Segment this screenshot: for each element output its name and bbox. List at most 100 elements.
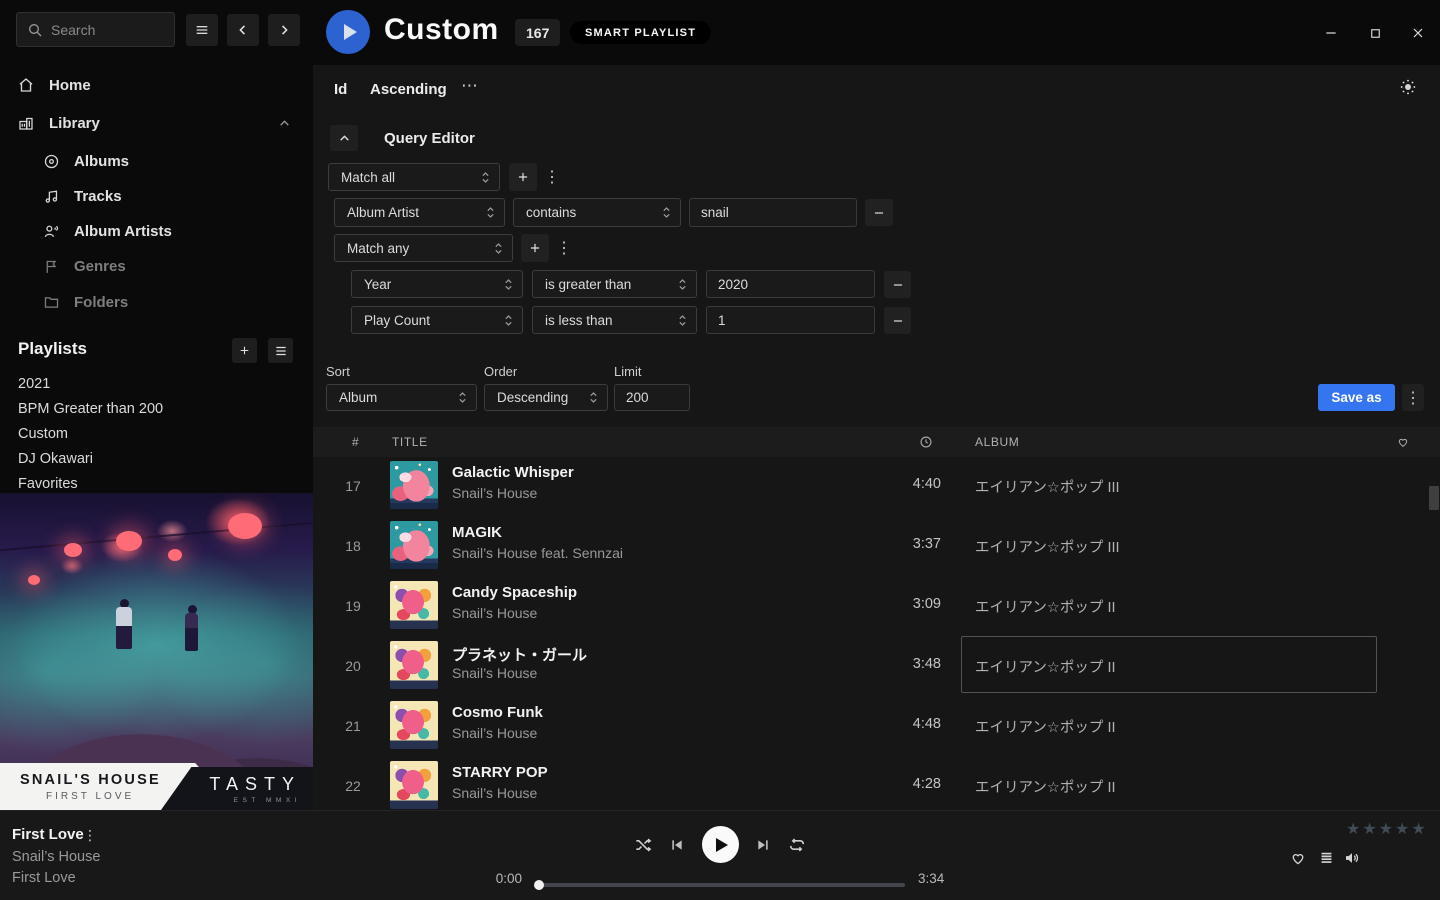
rule1-remove-button[interactable] (865, 199, 893, 226)
sidebar-item-folders[interactable]: Folders (0, 288, 313, 316)
table-row[interactable]: 20 プラネット・ガール Snail’s House 3:48 エイリアン☆ポッ… (313, 635, 1440, 695)
sidebar-item-tracks[interactable]: Tracks (0, 182, 313, 210)
app-window: Custom 167 SMART PLAYLIST Home Library A… (0, 0, 1440, 900)
select-updown-icon (504, 278, 513, 291)
sidebar-item-home[interactable]: Home (0, 71, 313, 99)
star-icon[interactable]: ★ (1379, 819, 1393, 839)
seek-bar[interactable] (535, 883, 905, 887)
select-updown-icon (662, 206, 671, 219)
playlist-item-custom[interactable]: Custom (18, 423, 298, 445)
match-mode-select-group2[interactable]: Match any (334, 234, 513, 262)
now-playing-artist[interactable]: Snail’s House (12, 849, 100, 865)
window-maximize-button[interactable] (1362, 20, 1388, 46)
limit-input[interactable] (614, 384, 690, 411)
focused-album-cell[interactable] (961, 636, 1377, 693)
search-input[interactable] (51, 22, 151, 38)
next-track-button[interactable] (750, 832, 776, 858)
rule2-operator-select[interactable]: is greater than (532, 270, 697, 298)
rule2-field-select[interactable]: Year (351, 270, 523, 298)
sidebar-item-albums[interactable]: Albums (0, 147, 313, 175)
search-box[interactable] (16, 12, 175, 47)
column-number[interactable]: # (352, 435, 359, 449)
rule2-value-input[interactable] (706, 270, 875, 298)
table-row[interactable]: 17 Galactic Whisper Snail’s House 4:40 エ… (313, 455, 1440, 515)
star-icon[interactable]: ★ (1395, 819, 1409, 839)
chevron-up-icon[interactable] (278, 117, 291, 130)
plus-icon (516, 170, 530, 184)
window-close-button[interactable] (1405, 20, 1431, 46)
rule1-field-select[interactable]: Album Artist (334, 198, 505, 227)
now-playing-album[interactable]: First Love (12, 870, 76, 886)
track-duration: 4:40 (871, 476, 941, 492)
column-album[interactable]: ALBUM (975, 435, 1019, 449)
rule3-operator-select[interactable]: is less than (532, 306, 697, 334)
add-rule-button-group2[interactable] (521, 234, 549, 262)
rule3-remove-button[interactable] (884, 307, 911, 334)
now-playing-menu-button[interactable]: ⋮ (83, 827, 97, 844)
repeat-button[interactable] (784, 832, 810, 858)
previous-track-button[interactable] (664, 832, 690, 858)
select-value: Match all (341, 170, 395, 185)
playlist-item-favorites[interactable]: Favorites (18, 473, 298, 495)
seek-handle[interactable] (534, 880, 544, 890)
rule2-remove-button[interactable] (884, 271, 911, 298)
select-updown-icon (589, 391, 598, 404)
sidebar-item-library[interactable]: Library (0, 109, 313, 137)
star-icon[interactable]: ★ (1362, 819, 1376, 839)
star-icon[interactable]: ★ (1411, 819, 1425, 839)
rule3-value-input[interactable] (706, 306, 875, 334)
favorite-heart-icon[interactable] (1396, 435, 1410, 449)
group1-menu-button[interactable]: ⋮ (541, 163, 563, 191)
rule3-field-select[interactable]: Play Count (351, 306, 523, 334)
table-row[interactable]: 19 Candy Spaceship Snail’s House 3:09 エイ… (313, 575, 1440, 635)
select-value: is less than (545, 313, 613, 328)
scrollbar-thumb[interactable] (1429, 486, 1439, 510)
back-button[interactable] (227, 14, 259, 46)
sidebar-item-album-artists[interactable]: Album Artists (0, 217, 313, 245)
now-playing-cover-art[interactable]: SNAIL'S HOUSE FIRST LOVE TASTY EST MMXI (0, 493, 313, 810)
playlist-item-2021[interactable]: 2021 (18, 373, 298, 395)
select-updown-icon (504, 314, 513, 327)
favorite-button[interactable] (1288, 848, 1308, 868)
playlist-item-dj-okawari[interactable]: DJ Okawari (18, 448, 298, 470)
table-row[interactable]: 22 STARRY POP Snail’s House 4:28 エイリアン☆ポ… (313, 755, 1440, 810)
settings-button[interactable] (1399, 78, 1417, 96)
sort-direction-button[interactable]: Ascending (370, 81, 447, 98)
sidebar-item-label: Genres (74, 258, 126, 275)
rule1-value-input[interactable] (689, 198, 857, 227)
add-playlist-button[interactable] (232, 338, 257, 363)
table-row[interactable]: 21 Cosmo Funk Snail’s House 4:48 エイリアン☆ポ… (313, 695, 1440, 755)
lantern-shape (168, 549, 182, 561)
minus-icon (891, 278, 905, 292)
track-title: プラネット・ガール (452, 644, 587, 665)
shuffle-button[interactable] (630, 832, 656, 858)
star-icon[interactable]: ★ (1346, 819, 1360, 839)
volume-button[interactable] (1342, 848, 1362, 868)
play-pause-button[interactable] (702, 826, 739, 863)
query-editor-collapse-button[interactable] (330, 125, 358, 151)
column-title[interactable]: TITLE (392, 435, 428, 449)
playlist-list-view-button[interactable] (268, 338, 293, 363)
player-bar: First Love ⋮ Snail’s House First Love 0:… (0, 810, 1440, 900)
rule1-operator-select[interactable]: contains (513, 198, 681, 227)
sort-field-button[interactable]: Id (334, 81, 347, 98)
play-playlist-button[interactable] (326, 10, 370, 54)
playlist-options-button[interactable]: ⋮ (1402, 384, 1424, 411)
save-as-button[interactable]: Save as (1318, 384, 1395, 411)
playlist-item-bpm[interactable]: BPM Greater than 200 (18, 398, 298, 420)
menu-button[interactable] (186, 14, 218, 46)
select-value: Descending (497, 390, 568, 405)
order-select[interactable]: Descending (484, 384, 608, 411)
table-row[interactable]: 18 MAGIK Snail’s House feat. Sennzai 3:3… (313, 515, 1440, 575)
duration-clock-icon[interactable] (919, 435, 933, 449)
sort-select[interactable]: Album (326, 384, 477, 411)
window-minimize-button[interactable] (1318, 20, 1344, 46)
forward-button[interactable] (268, 14, 300, 46)
match-mode-select-group1[interactable]: Match all (328, 163, 500, 191)
queue-button[interactable] (1316, 848, 1336, 868)
album-thumbnail (390, 641, 438, 689)
more-options-button[interactable]: ⋯ (461, 76, 479, 96)
sidebar-item-genres[interactable]: Genres (0, 252, 313, 280)
add-rule-button-group1[interactable] (509, 163, 537, 191)
group2-menu-button[interactable]: ⋮ (553, 234, 575, 262)
